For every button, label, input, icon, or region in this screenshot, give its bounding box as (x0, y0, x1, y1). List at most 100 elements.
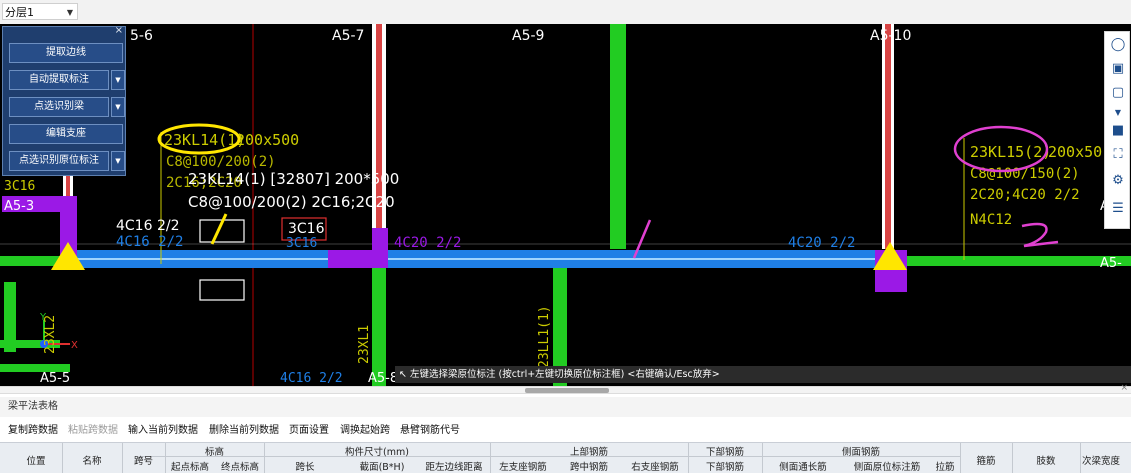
floor-select-value: 分层1 (5, 6, 34, 19)
beam-side-23kl15: N4C12 (970, 212, 1012, 228)
chevron-down-icon: ▼ (66, 8, 73, 17)
3d-view-icon[interactable]: ▣ (1109, 60, 1127, 78)
input-current-column-button[interactable]: 输入当前列数据 (128, 421, 198, 441)
view-toolstrip: ◯ ▣ ▢ ▼ ■ ⛶ ⚙ ☰ (1104, 31, 1130, 229)
auto-extract-annotation-button[interactable]: 自动提取标注 (9, 70, 109, 90)
paste-span-data-button[interactable]: 粘贴跨数据 (68, 421, 118, 441)
column-purple (372, 228, 388, 268)
column-core (376, 24, 382, 249)
scrollbar-thumb[interactable] (525, 388, 609, 393)
col-mid-bars: 跨中钢筋 (569, 462, 608, 473)
annotation-box[interactable] (199, 279, 245, 301)
label-red-box: 3C16 (288, 221, 325, 237)
col-legs: 肢数 (1036, 456, 1056, 467)
col-span-len: 跨长 (295, 462, 315, 473)
cube-icon[interactable]: ▢ (1109, 84, 1127, 102)
col-right-support: 右支座钢筋 (631, 462, 679, 473)
cube-filled-icon[interactable]: ■ (1109, 122, 1127, 140)
extract-edge-button[interactable]: 提取边线 (9, 43, 123, 63)
beam-stirrup-23kl14: C8@100/200(2) (166, 154, 276, 170)
col-divider (62, 443, 63, 473)
fullscreen-icon[interactable]: ⛶ (1109, 146, 1127, 164)
page-setup-button[interactable]: 页面设置 (289, 421, 329, 441)
axis-x-label: X (71, 340, 78, 351)
cursor-icon: ↖ (399, 369, 410, 380)
col-dims: 构件尺寸(mm) (345, 447, 409, 458)
axis-label: A5-5 (40, 371, 70, 386)
axis-label: A5-10 (870, 28, 911, 44)
col-left-support: 左支座钢筋 (499, 462, 547, 473)
wall-green (610, 24, 626, 249)
pick-identify-beam-button[interactable]: 点选识别梁 (9, 97, 109, 117)
label-4c20-right: 4C20 2/2 (788, 235, 855, 251)
label-23xl2: 23XL2 (43, 315, 58, 354)
lasso-icon[interactable]: ◯ (1109, 36, 1127, 54)
drawing-svg[interactable]: X Y 5-6 A5-7 A5-9 A5-10 A5-3 A5- A5-5 A5… (0, 24, 1131, 386)
axis-label: A5-7 (332, 28, 364, 44)
status-prompt: ↖ 左键选择梁原位标注 (按ctrl+左键切换原位标注框) <右键确认/Esc放… (395, 366, 1131, 383)
col-span: 跨号 (133, 456, 153, 467)
chevron-down-icon[interactable]: ▼ (111, 97, 125, 117)
col-side-through: 侧面通长筋 (779, 462, 827, 473)
col-tie: 拉筋 (935, 462, 955, 473)
cantilever-rebar-code-button[interactable]: 悬臂钢筋代号 (400, 421, 460, 441)
floor-select[interactable]: 分层1 ▼ (2, 3, 78, 20)
beam-tooltip-line2: C8@100/200(2) 2C16;2C20 (188, 193, 395, 211)
col-bottom-main: 下部钢筋 (705, 462, 744, 473)
axis-label: A5-3 (4, 199, 34, 214)
col-bottom-bars: 下部钢筋 (705, 447, 744, 458)
gear-box-icon[interactable]: ⚙ (1109, 172, 1127, 190)
col-edge-dist: 距左边线距离 (425, 462, 483, 473)
swap-start-span-button[interactable]: 调换起始跨 (340, 421, 390, 441)
axis-label: A5-8 (368, 371, 398, 386)
col-divider (1080, 443, 1081, 473)
col-elev-end: 终点标高 (220, 462, 259, 473)
top-bar: 分层1 ▼ (0, 0, 1131, 25)
label-4c16: 4C16 2/2 (116, 218, 179, 234)
hand-mark-two-magenta (1021, 222, 1059, 248)
beam-name-23kl15[interactable]: 23KL15(2) (970, 143, 1051, 161)
label-4c16-dim: 4C16 2/2 (116, 234, 183, 250)
hand-mark-slash-yellow (210, 213, 228, 245)
status-text: 左键选择梁原位标注 (按ctrl+左键切换原位标注框) <右键确认/Esc放弃> (409, 369, 720, 380)
label-3c16: 3C16 (4, 179, 35, 194)
close-icon[interactable]: × (115, 25, 123, 36)
beam-table-header: 位置 名称 跨号 标高 起点标高 终点标高 构件尺寸(mm) 跨长 截面(B*H… (0, 442, 1131, 473)
wall-green (372, 266, 386, 386)
drawing-canvas[interactable]: X Y 5-6 A5-7 A5-9 A5-10 A5-3 A5- A5-5 A5… (0, 24, 1131, 386)
horizontal-scrollbar[interactable]: × (0, 383, 1131, 394)
col-elev-start: 起点标高 (170, 462, 209, 473)
col-stirrup: 箍筋 (976, 456, 996, 467)
delete-current-column-button[interactable]: 删除当前列数据 (209, 421, 279, 441)
close-icon[interactable]: × (1120, 383, 1128, 393)
col-name: 名称 (82, 456, 102, 467)
chevron-down-icon[interactable]: ▼ (1109, 104, 1127, 122)
label-23xl1: 23XL1 (357, 325, 372, 364)
column-core (885, 24, 891, 249)
col-section: 截面(B*H) (359, 462, 405, 473)
chevron-down-icon[interactable]: ▼ (111, 151, 125, 171)
pane-title: 梁平法表格 (0, 397, 1131, 417)
col-position: 位置 (26, 456, 46, 467)
pick-identify-inplace-annotation-button[interactable]: 点选识别原位标注 (9, 151, 109, 171)
edit-support-button[interactable]: 编辑支座 (9, 124, 123, 144)
axis-label: 5-6 (130, 28, 153, 44)
copy-span-data-button[interactable]: 复制跨数据 (8, 421, 58, 441)
label-red-box-dim: 3C16 (286, 236, 317, 251)
axis-label: A5-9 (512, 28, 544, 44)
col-top-bars: 上部钢筋 (569, 447, 608, 458)
col-secondary-width: 次梁宽度 (1082, 456, 1121, 467)
col-side-bars: 侧面钢筋 (841, 447, 880, 458)
col-elevation: 标高 (204, 447, 224, 458)
properties-icon[interactable]: ☰ (1109, 200, 1127, 218)
beam-tooltip-line1: 23KL14(1) [32807] 200*500 (188, 170, 399, 188)
recognition-panel: × 提取边线 自动提取标注 ▼ 点选识别梁 ▼ 编辑支座 点选识别原位标注 ▼ (2, 25, 126, 176)
label-4c16-bottom: 4C16 2/2 (280, 371, 343, 386)
col-side-inplace: 侧面原位标注筋 (853, 462, 921, 473)
chevron-down-icon[interactable]: ▼ (111, 70, 125, 90)
label-4c20-center: 4C20 2/2 (394, 235, 461, 251)
beam-size-23kl14: 200x500 (236, 131, 299, 149)
label-23ll1: 23LL1(1) (537, 305, 552, 368)
beam-top-23kl15: 2C20;4C20 2/2 (970, 187, 1080, 203)
axis-label: A5- (1100, 256, 1122, 271)
